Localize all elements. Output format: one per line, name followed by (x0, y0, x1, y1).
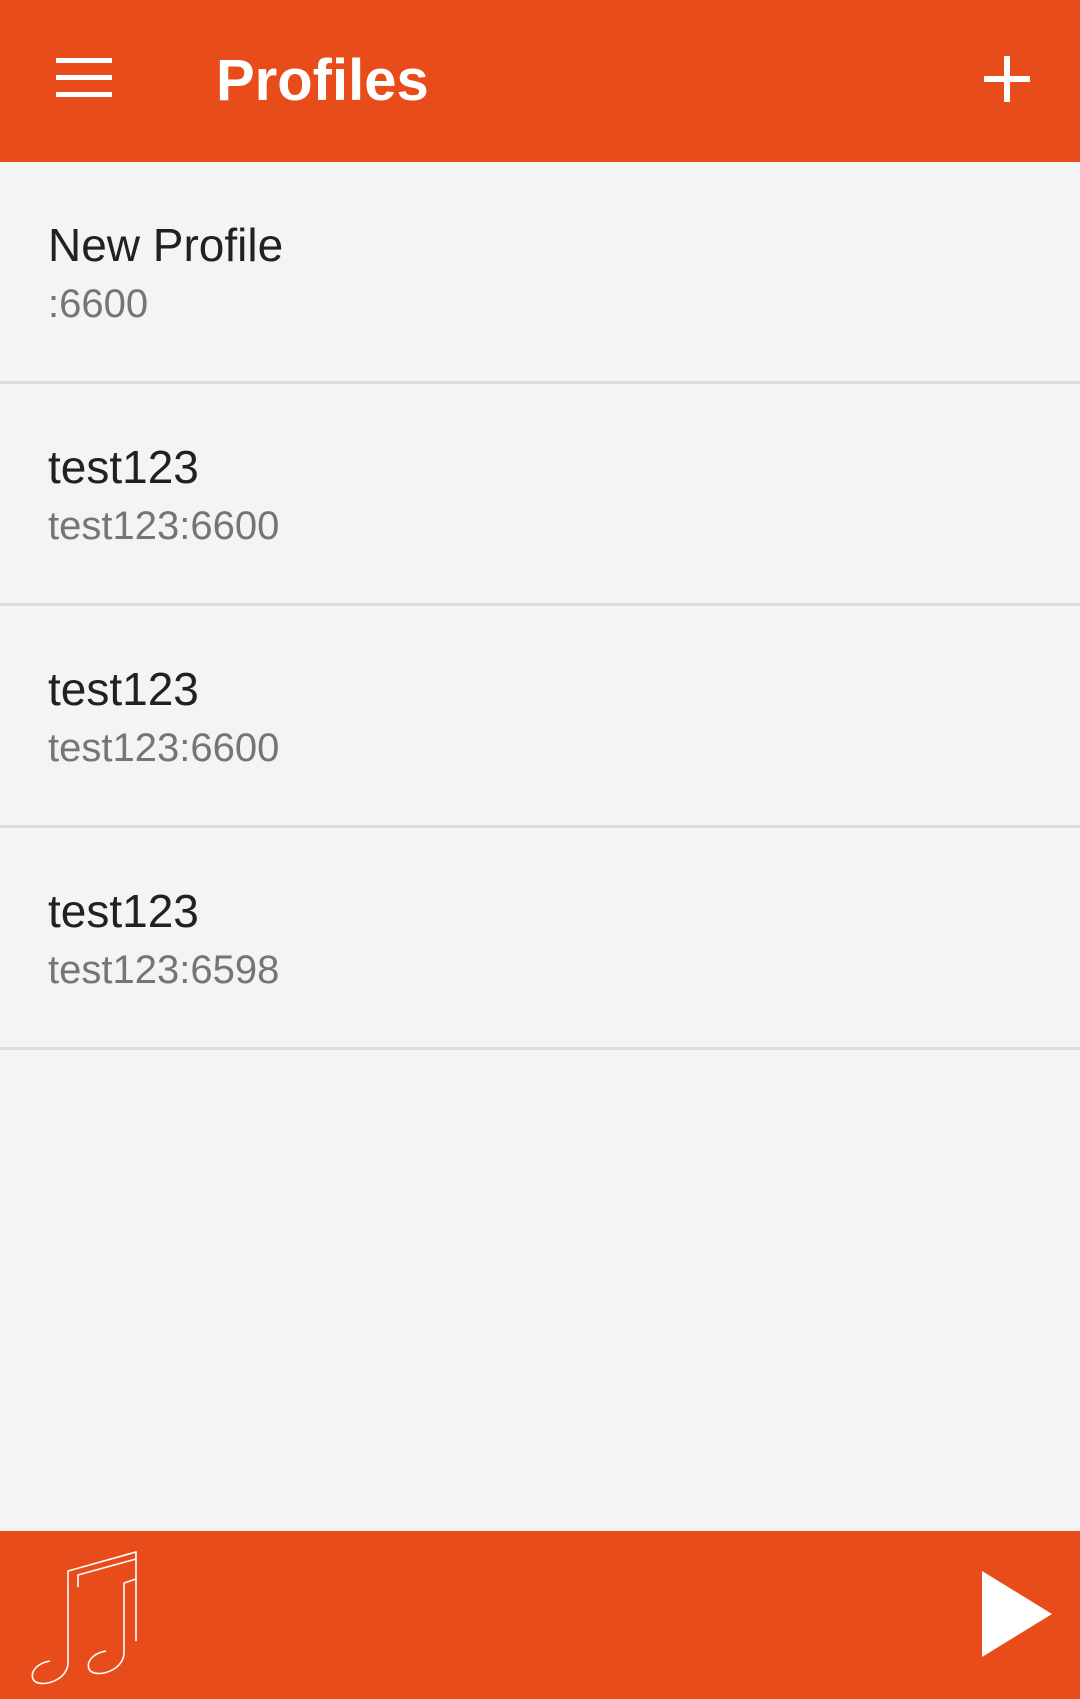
profile-list-item[interactable]: test123 test123:6600 (0, 384, 1080, 606)
profile-name: test123 (48, 441, 199, 493)
profile-address: test123:6598 (48, 948, 280, 992)
profile-list: New Profile :6600 test123 test123:6600 t… (0, 162, 1080, 1050)
page-title: Profiles (216, 48, 429, 113)
profile-name: test123 (48, 885, 199, 937)
profile-list-item[interactable]: New Profile :6600 (0, 162, 1080, 384)
profile-address: test123:6600 (48, 504, 280, 548)
music-note-icon[interactable] (28, 1549, 144, 1685)
hamburger-menu-icon[interactable] (56, 58, 112, 98)
play-button[interactable] (982, 1571, 1052, 1657)
profile-address: test123:6600 (48, 726, 280, 770)
profile-list-item[interactable]: test123 test123:6600 (0, 606, 1080, 828)
add-profile-button[interactable] (984, 56, 1030, 102)
profile-address: :6600 (48, 282, 149, 326)
profile-name: New Profile (48, 219, 284, 271)
player-bar (0, 1531, 1080, 1699)
app-toolbar: Profiles (0, 0, 1080, 162)
profile-name: test123 (48, 663, 199, 715)
profile-list-item[interactable]: test123 test123:6598 (0, 828, 1080, 1050)
